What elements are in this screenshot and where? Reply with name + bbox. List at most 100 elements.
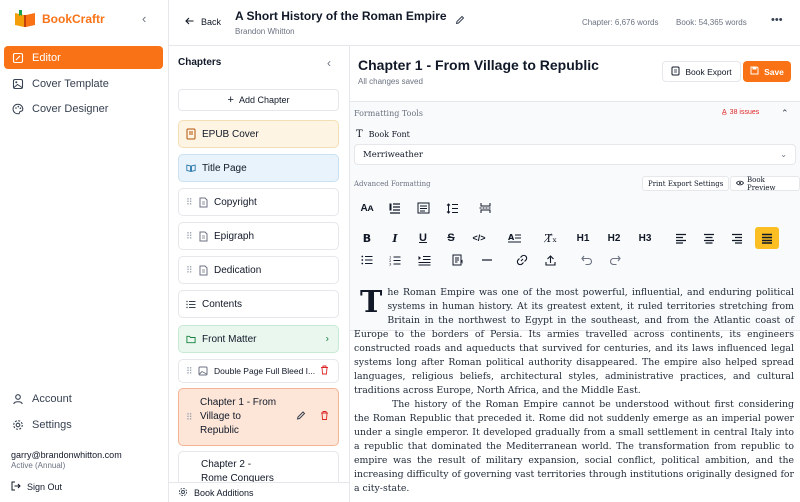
nav-item-editor[interactable]: Editor	[4, 46, 163, 69]
note-icon[interactable]	[447, 250, 467, 270]
user-icon	[12, 393, 24, 405]
sidebar: BookCraftr ‹ Editor Cover Template Cover…	[0, 0, 169, 502]
drag-handle-icon[interactable]: ⠿	[186, 366, 193, 377]
collapse-sidebar-icon[interactable]: ‹	[142, 11, 146, 26]
formatting-tools-heading: Formatting Tools	[354, 109, 423, 118]
nav-item-cover-designer[interactable]: Cover Designer	[4, 97, 163, 120]
heading-1-button[interactable]: H1	[573, 228, 593, 248]
edit-chapter-icon[interactable]	[296, 411, 306, 424]
book-title: A Short History of the Roman Empire	[235, 9, 447, 23]
book-font-select[interactable]: Merriweather ⌄	[354, 144, 796, 165]
chapter-label-line: Republic	[200, 425, 239, 436]
chapter-word-count: Chapter: 6,676 words	[582, 18, 659, 27]
back-label: Back	[201, 17, 222, 27]
nav-item-account[interactable]: Account	[4, 387, 163, 410]
print-export-settings-button[interactable]: Print Export Settings	[642, 176, 730, 191]
align-justify-icon[interactable]	[755, 227, 779, 249]
advanced-formatting-label: Advanced Formatting	[354, 180, 431, 188]
align-right-icon[interactable]	[727, 228, 747, 248]
align-block-icon[interactable]	[385, 198, 405, 218]
chapter-item-contents[interactable]: Contents	[178, 290, 339, 318]
add-chapter-button[interactable]: + Add Chapter	[178, 89, 339, 111]
chapter-label-line: Chapter 1 - From	[200, 397, 277, 408]
link-icon[interactable]	[512, 250, 532, 270]
nav-item-label: Cover Template	[32, 77, 109, 90]
chevron-up-icon[interactable]: ⌃	[781, 108, 789, 119]
redo-icon[interactable]	[605, 250, 625, 270]
drag-handle-icon[interactable]: ⠿	[186, 265, 193, 276]
arrow-left-icon	[185, 17, 194, 27]
chapter-content-editor[interactable]: T he Roman Empire was one of the most po…	[354, 286, 794, 502]
indent-icon[interactable]	[414, 250, 434, 270]
align-left-icon[interactable]	[671, 228, 691, 248]
book-font-label: Book Font	[368, 130, 410, 139]
sign-out-button[interactable]: Sign Out	[11, 481, 62, 493]
collapse-chapters-icon[interactable]: ‹	[327, 56, 331, 70]
save-button[interactable]: Save	[743, 61, 791, 82]
book-preview-button[interactable]: Book Preview	[730, 175, 800, 192]
issues-badge[interactable]: A̲ 38 issues	[722, 109, 759, 116]
chapter-item-copyright[interactable]: ⠿ Copyright	[178, 188, 339, 216]
book-additions-button[interactable]: Book Additions	[169, 482, 349, 502]
add-chapter-label: Add Chapter	[238, 95, 290, 105]
trash-icon[interactable]	[320, 365, 329, 377]
chapter-label-line: Village to	[200, 411, 241, 422]
underline-icon[interactable]: U	[413, 228, 433, 248]
drag-handle-icon[interactable]: ⠿	[186, 197, 193, 208]
chapters-panel: Chapters ‹ + Add Chapter EPUB Cover Titl…	[169, 46, 350, 502]
image-icon	[12, 78, 24, 90]
edit-title-icon[interactable]	[455, 15, 465, 28]
save-status: All changes saved	[358, 77, 423, 86]
sign-out-label: Sign Out	[27, 482, 63, 492]
bold-icon[interactable]: B	[357, 228, 377, 248]
drag-handle-icon[interactable]: ⠿	[186, 231, 193, 242]
horizontal-rule-icon[interactable]	[477, 250, 497, 270]
back-button[interactable]: Back	[185, 17, 221, 27]
chapter-item-double-page-full-bleed[interactable]: ⠿ Double Page Full Bleed I...	[178, 359, 339, 383]
nav-item-settings[interactable]: Settings	[4, 413, 163, 436]
chevron-down-icon: ⌄	[780, 150, 787, 159]
svg-text:A: A	[508, 233, 515, 242]
chapter-label: Front Matter	[202, 333, 257, 345]
editor-panel: Chapter 1 - From Village to Republic All…	[350, 46, 800, 502]
upload-icon[interactable]	[540, 250, 560, 270]
drag-handle-icon[interactable]: ⠿	[186, 412, 193, 423]
book-export-button[interactable]: Book Export	[662, 61, 741, 82]
text-box-icon[interactable]	[413, 198, 433, 218]
heading-2-button[interactable]: H2	[604, 228, 624, 248]
chevron-right-icon[interactable]: ›	[326, 334, 329, 345]
chapter-item-title-page[interactable]: Title Page	[178, 154, 339, 182]
open-book-icon	[186, 162, 196, 174]
brand[interactable]: BookCraftr	[13, 9, 105, 29]
italic-icon[interactable]: I	[385, 228, 405, 248]
book-preview-label: Book Preview	[747, 175, 776, 192]
gear-icon	[12, 419, 24, 431]
align-center-icon[interactable]	[699, 228, 719, 248]
font-size-icon[interactable]: Aᴀ	[357, 198, 377, 218]
page-break-icon[interactable]	[475, 198, 495, 218]
text-style-icon[interactable]: A	[505, 228, 525, 248]
page-icon	[198, 264, 208, 276]
clear-format-icon[interactable]: T̸ₓ	[541, 228, 561, 248]
nav-item-cover-template[interactable]: Cover Template	[4, 72, 163, 95]
code-icon[interactable]: </>	[469, 228, 489, 248]
undo-icon[interactable]	[577, 250, 597, 270]
chapter-item-epub-cover[interactable]: EPUB Cover	[178, 120, 339, 148]
palette-icon	[12, 103, 24, 115]
bullet-list-icon[interactable]	[357, 250, 377, 270]
line-spacing-icon[interactable]	[442, 198, 462, 218]
book-additions-label: Book Additions	[194, 487, 254, 498]
chapter-label: Dedication	[214, 264, 262, 276]
numbered-list-icon[interactable]: 123	[385, 250, 405, 270]
more-options-icon[interactable]: •••	[771, 14, 783, 26]
heading-3-button[interactable]: H3	[635, 228, 655, 248]
export-icon	[671, 66, 680, 78]
trash-icon[interactable]	[320, 411, 329, 424]
chapter-item-chapter-1[interactable]: ⠿ Chapter 1 - From Village to Republic	[178, 388, 339, 446]
chapter-label: Contents	[202, 298, 243, 310]
book-font-value: Merriweather	[363, 149, 423, 160]
chapter-item-dedication[interactable]: ⠿ Dedication	[178, 256, 339, 284]
chapter-item-front-matter[interactable]: Front Matter ›	[178, 325, 339, 353]
strikethrough-icon[interactable]: S	[441, 228, 461, 248]
chapter-item-epigraph[interactable]: ⠿ Epigraph	[178, 222, 339, 250]
